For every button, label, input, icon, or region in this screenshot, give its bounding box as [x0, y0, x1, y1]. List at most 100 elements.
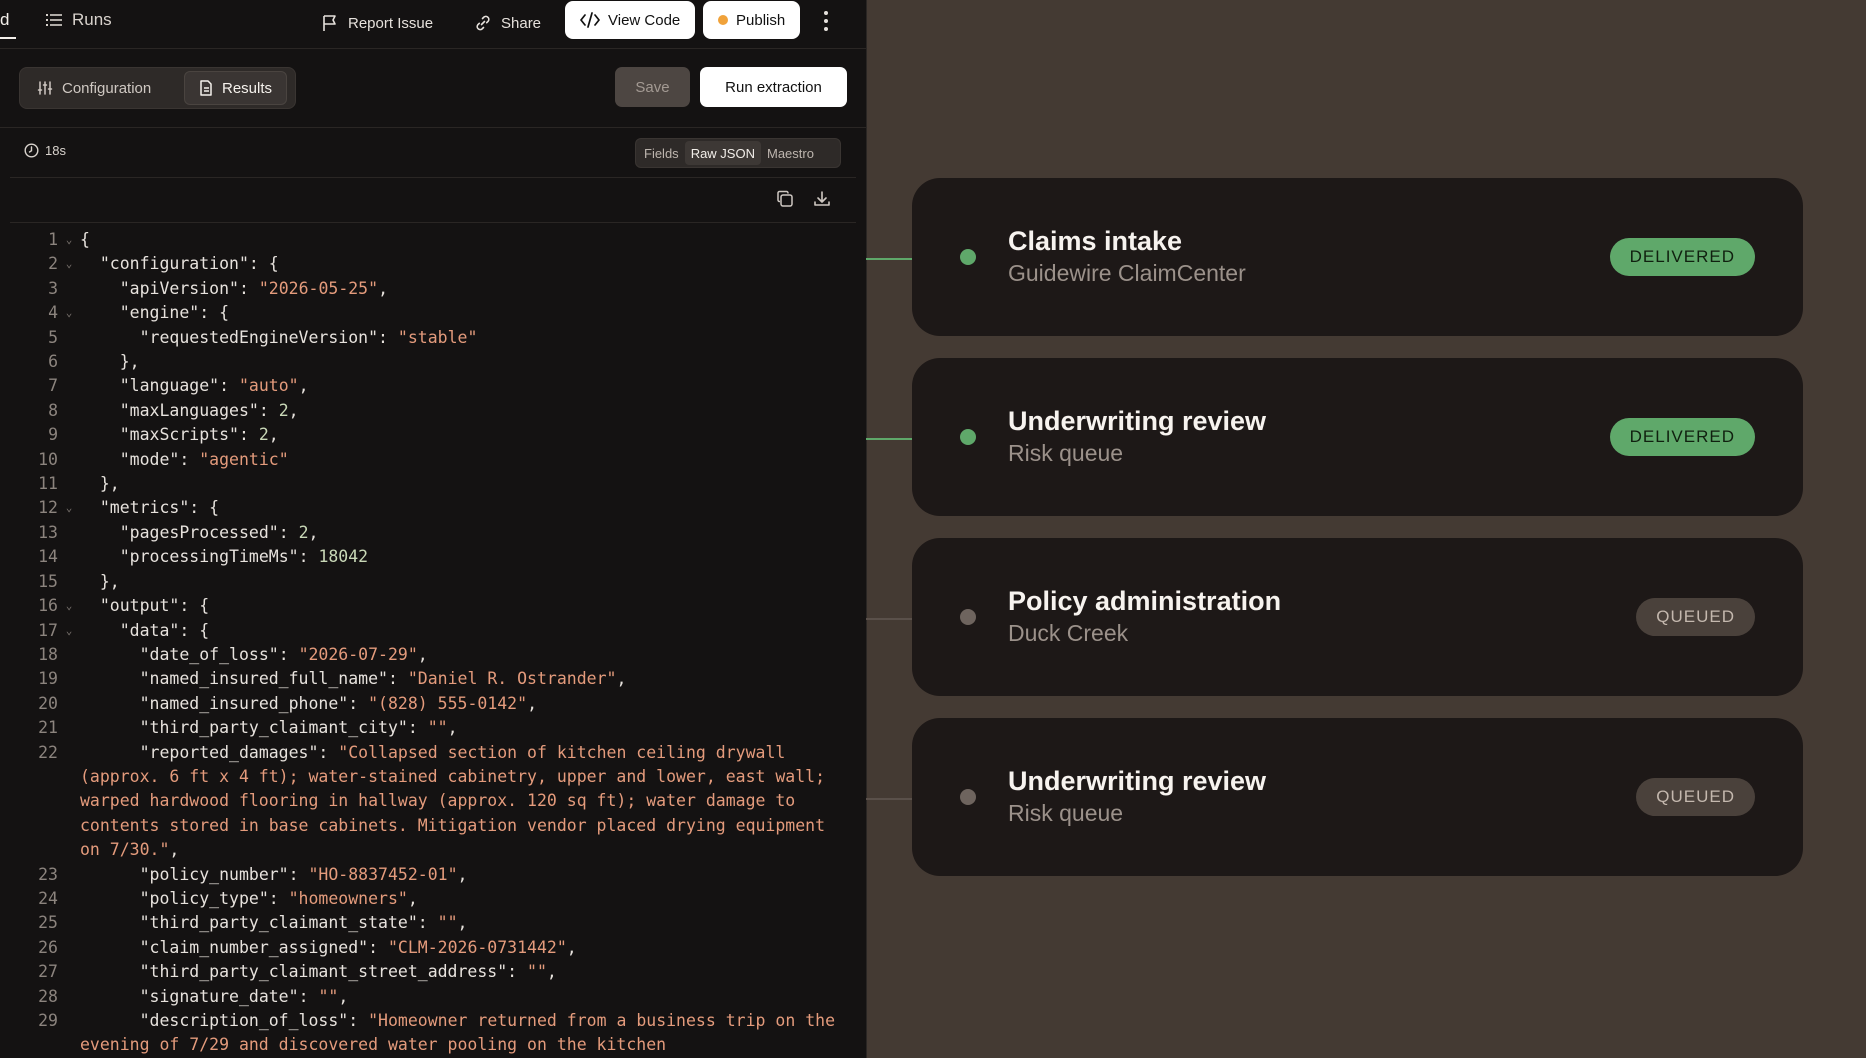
- fold-gutter: [58, 911, 80, 935]
- destination-card[interactable]: Claims intake Guidewire ClaimCenter DELIVE…: [912, 178, 1803, 336]
- top-nav: d Runs Report Issue Share View Code Publ…: [0, 0, 866, 49]
- line-number: 26: [38, 937, 58, 957]
- runs-tab[interactable]: Runs: [46, 10, 112, 30]
- link-icon: [476, 15, 490, 31]
- line-number: 14: [38, 547, 58, 567]
- fold-gutter: [58, 277, 80, 301]
- flag-icon: [323, 15, 336, 31]
- destination-title: Claims intake: [1008, 226, 1183, 256]
- code-actions: [10, 178, 856, 223]
- code-text: "third_party_claimant_city": "",: [139, 718, 458, 738]
- fold-gutter: [58, 423, 80, 447]
- copy-icon[interactable]: [776, 190, 794, 208]
- view-maestro[interactable]: Maestro: [761, 141, 820, 165]
- report-issue-button[interactable]: Report Issue: [321, 8, 433, 38]
- share-button[interactable]: Share: [474, 8, 541, 38]
- run-extraction-button[interactable]: Run extraction: [700, 67, 847, 107]
- line-number: 23: [38, 864, 58, 884]
- more-options-icon[interactable]: [820, 8, 832, 34]
- configuration-label: Configuration: [62, 79, 152, 97]
- view-code-label: View Code: [608, 11, 681, 29]
- save-button[interactable]: Save: [615, 67, 690, 107]
- line-number: 9: [48, 425, 58, 445]
- code-text: "claim_number_assigned": "CLM-2026-07314…: [139, 937, 577, 957]
- line-number: 15: [38, 571, 58, 591]
- line-number: 13: [38, 522, 58, 542]
- view-switcher: Fields Raw JSON Maestro: [635, 138, 841, 168]
- code-text: "signature_date": "",: [139, 986, 349, 1006]
- tab-results[interactable]: Results: [184, 71, 288, 105]
- active-tab-underline: [0, 37, 16, 39]
- fold-gutter: [58, 1009, 80, 1058]
- fold-chevron-icon[interactable]: ⌄: [58, 228, 80, 252]
- tab-configuration[interactable]: Configuration: [23, 71, 165, 105]
- fold-chevron-icon[interactable]: ⌄: [58, 301, 80, 325]
- mode-segmented-control: Configuration Results: [19, 67, 296, 109]
- destination-subtitle: Risk queue: [1008, 440, 1124, 466]
- code-text: "processingTimeMs": 18042: [119, 547, 369, 567]
- fold-gutter: [58, 716, 80, 740]
- view-code-button[interactable]: View Code: [565, 1, 696, 39]
- code-line: 17 ⌄ "data": {: [10, 619, 856, 643]
- line-number: 5: [48, 327, 58, 347]
- line-number: 17: [38, 620, 58, 640]
- code-line: 21 "third_party_claimant_city": "",: [10, 716, 856, 740]
- view-raw-json[interactable]: Raw JSON: [684, 141, 761, 165]
- line-number: 1: [48, 230, 58, 249]
- publish-button[interactable]: Publish: [703, 1, 801, 39]
- status-badge: QUEUED: [1636, 598, 1755, 636]
- code-text: "reported_damages": "Collapsed section o…: [80, 742, 835, 860]
- destination-card[interactable]: Underwriting review Risk queue DELIVERED: [912, 358, 1803, 516]
- status-badge: QUEUED: [1636, 778, 1755, 816]
- fold-gutter: [58, 570, 80, 594]
- tab-partial[interactable]: d: [0, 10, 9, 30]
- json-code-view[interactable]: 1 ⌄{2 ⌄ "configuration": {3 "apiVersion": …: [10, 228, 856, 1058]
- fold-chevron-icon[interactable]: ⌄: [58, 252, 80, 276]
- view-fields[interactable]: Fields: [638, 141, 685, 165]
- line-number: 24: [38, 888, 58, 908]
- code-line: 15 },: [10, 570, 856, 594]
- document-icon: [200, 80, 212, 96]
- extraction-panel: d Runs Report Issue Share View Code Publ…: [0, 0, 867, 1058]
- code-text: "mode": "agentic": [119, 449, 289, 469]
- line-number: 28: [38, 986, 58, 1006]
- code-line: 5 "requestedEngineVersion": "stable": [10, 326, 856, 350]
- code-line: 25 "third_party_claimant_state": "",: [10, 911, 856, 935]
- download-icon[interactable]: [813, 190, 831, 208]
- fold-gutter: [58, 692, 80, 716]
- line-number: 27: [38, 962, 58, 982]
- fold-chevron-icon[interactable]: ⌄: [58, 619, 80, 643]
- code-line: 1 ⌄{: [10, 228, 856, 252]
- status-badge: DELIVERED: [1609, 238, 1755, 276]
- code-line: 28 "signature_date": "",: [10, 985, 856, 1009]
- fold-gutter: [58, 667, 80, 691]
- destination-title: Underwriting review: [1008, 406, 1267, 436]
- line-number: 8: [48, 400, 58, 420]
- destination-card[interactable]: Policy administration Duck Creek QUEUED: [912, 538, 1803, 696]
- code-text: },: [80, 352, 140, 372]
- destination-card[interactable]: Underwriting review Risk queue QUEUED: [912, 718, 1803, 876]
- fold-chevron-icon[interactable]: ⌄: [58, 594, 80, 618]
- fold-gutter: [58, 472, 80, 496]
- code-text: "policy_type": "homeowners",: [139, 888, 418, 908]
- line-number: 21: [38, 718, 58, 738]
- clock-icon: [24, 143, 39, 158]
- fold-gutter: [58, 741, 80, 863]
- fold-gutter: [58, 643, 80, 667]
- code-text: "description_of_loss": "Homeowner return…: [80, 1011, 845, 1055]
- line-number: 2: [48, 254, 58, 274]
- code-text: "output": {: [99, 596, 210, 616]
- connector-line: [866, 438, 912, 440]
- code-text: "engine": {: [119, 303, 230, 323]
- fold-gutter: [58, 545, 80, 569]
- code-text: "third_party_claimant_street_address": "…: [139, 962, 557, 982]
- code-text: },: [80, 571, 120, 591]
- code-text: "requestedEngineVersion": "stable": [139, 327, 478, 347]
- code-line: 18 "date_of_loss": "2026-07-29",: [10, 643, 856, 667]
- fold-chevron-icon[interactable]: ⌄: [58, 496, 80, 520]
- code-icon: [580, 12, 600, 28]
- code-line: 27 "third_party_claimant_street_address"…: [10, 960, 856, 984]
- list-icon: [46, 14, 62, 26]
- connector-line: [866, 798, 912, 800]
- code-line: 14 "processingTimeMs": 18042: [10, 545, 856, 569]
